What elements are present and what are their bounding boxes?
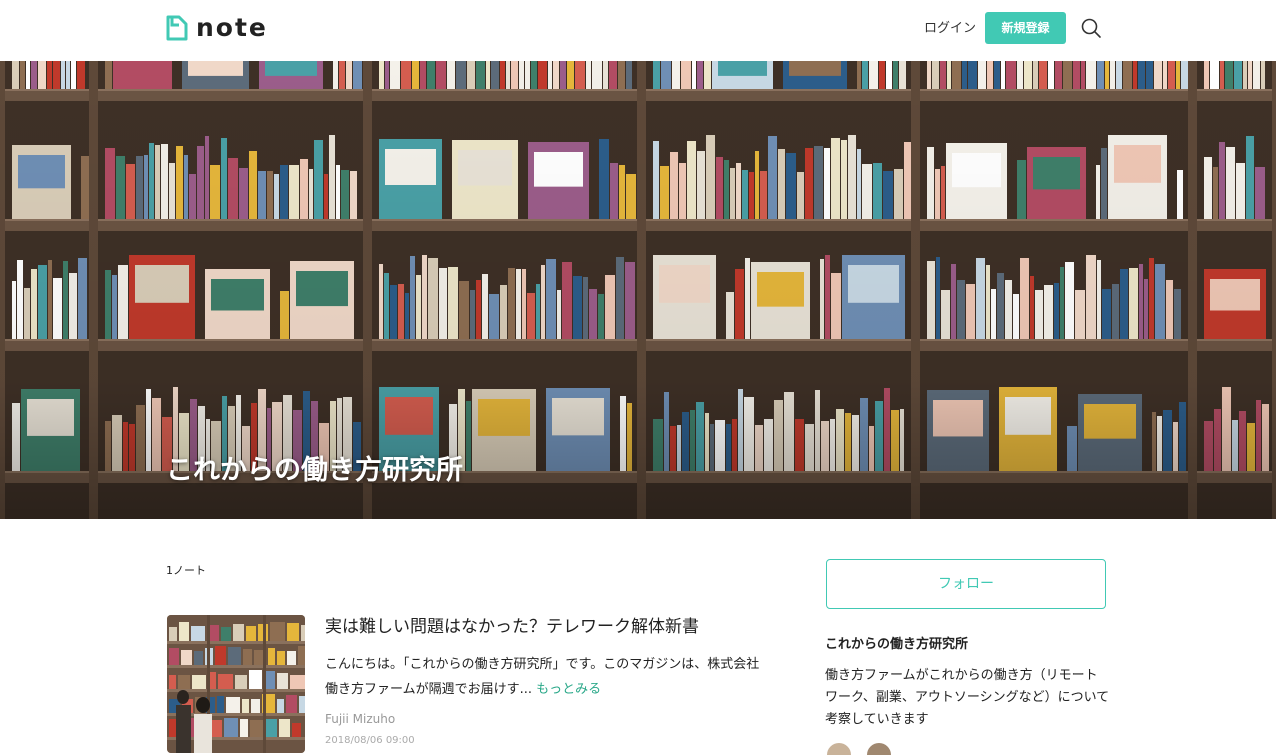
thumb-book (242, 699, 249, 713)
thumb-book (194, 651, 203, 665)
thumb-book (192, 675, 206, 689)
article-author[interactable]: Fujii Mizuho (325, 712, 395, 726)
thumb-book (268, 648, 275, 665)
thumb-book (270, 622, 285, 641)
thumb-book (228, 647, 241, 665)
magazine-cover: これからの働き方研究所 (0, 61, 1276, 519)
thumb-book (246, 626, 256, 641)
thumb-book (191, 626, 205, 641)
thumb-person-body (176, 705, 191, 753)
thumb-book (217, 696, 224, 713)
article-card[interactable]: 実は難しい問題はなかった？テレワーク解体新書 こんにちは。「これからの働き方研究… (166, 615, 766, 755)
thumb-book (224, 718, 238, 737)
thumb-book (301, 625, 305, 641)
thumb-book (226, 697, 240, 713)
thumb-shelf-board (167, 689, 305, 692)
thumb-book (251, 699, 260, 713)
thumb-book (178, 675, 190, 689)
thumb-shelf-board (167, 665, 305, 668)
follow-button[interactable]: フォロー (826, 559, 1106, 609)
thumb-book (290, 675, 305, 689)
thumb-book (179, 622, 189, 641)
thumb-book (299, 696, 305, 713)
thumb-shelf-board (167, 641, 305, 644)
avatar[interactable] (826, 742, 852, 755)
note-logo-icon (166, 15, 188, 41)
note-logo[interactable]: note (166, 14, 268, 42)
search-button[interactable] (1080, 17, 1102, 39)
thumb-book (250, 720, 264, 737)
thumb-book (277, 699, 284, 713)
thumb-book (266, 719, 277, 737)
thumb-book (287, 623, 299, 641)
note-count: 1ノート (166, 564, 206, 577)
thumb-book (243, 649, 252, 665)
login-link[interactable]: ログイン (924, 20, 976, 38)
thumb-book (169, 675, 176, 689)
search-icon (1081, 18, 1101, 38)
thumbnail-image (167, 615, 305, 753)
article-excerpt: こんにちは。「これからの働き方研究所」です。このマガジンは、株式会社働き方ファー… (325, 652, 770, 702)
thumb-book (240, 719, 248, 737)
signup-button[interactable]: 新規登録 (985, 12, 1066, 44)
thumb-book (181, 650, 192, 665)
thumb-book (218, 674, 233, 689)
thumb-book (221, 627, 231, 641)
thumb-book (169, 648, 179, 665)
site-header: note ログイン 新規登録 (0, 0, 1276, 61)
thumb-book (215, 646, 226, 665)
thumb-book (292, 723, 301, 737)
thumb-book (298, 646, 305, 665)
article-thumbnail[interactable] (167, 615, 305, 753)
thumb-upright (263, 615, 266, 753)
sidebar-magazine-name[interactable]: これからの働き方研究所 (825, 636, 968, 654)
thumb-book (233, 624, 244, 641)
avatar[interactable] (866, 742, 892, 755)
thumb-book (249, 670, 262, 689)
author-avatars (826, 742, 896, 755)
article-date: 2018/08/06 09:00 (325, 735, 415, 746)
sidebar-magazine-description: 働き方ファームがこれからの働き方（リモートワーク、副業、アウトソーシングなど）に… (825, 668, 1110, 727)
article-title[interactable]: 実は難しい問題はなかった？テレワーク解体新書 (325, 615, 699, 639)
thumb-book (279, 719, 290, 737)
bookshelf-image (0, 61, 1276, 519)
thumb-book (287, 651, 296, 665)
thumb-person-head (177, 690, 189, 704)
thumb-book (286, 695, 297, 713)
thumb-book (277, 651, 285, 665)
thumb-person-head (196, 697, 210, 713)
logo-text: note (196, 13, 268, 42)
thumb-book (277, 673, 288, 689)
thumb-book (235, 675, 247, 689)
magazine-title: これからの働き方研究所 (166, 455, 463, 486)
thumb-book (169, 627, 177, 641)
read-more-link[interactable]: もっとみる (536, 682, 601, 697)
thumb-person-body (194, 714, 212, 753)
